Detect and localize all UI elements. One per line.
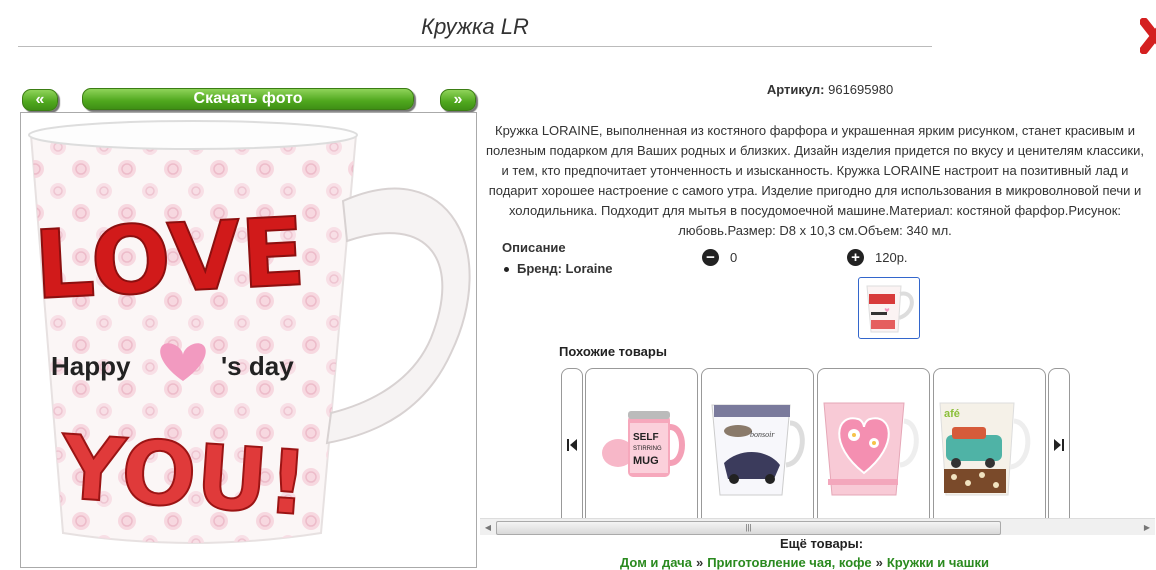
sku-value: 961695980: [828, 82, 894, 97]
price-control: + 120р.: [847, 249, 908, 266]
spec-title: Описание: [502, 240, 566, 255]
quantity-control: − 0: [702, 249, 737, 266]
scroll-left-icon[interactable]: ◀: [480, 519, 496, 535]
quantity-value: 0: [730, 250, 738, 265]
product-description: Кружка LORAINE, выполненная из костяного…: [485, 123, 1144, 238]
spec-list: Бренд: Loraine: [504, 261, 613, 276]
skip-forward-icon[interactable]: [1048, 368, 1070, 518]
svg-text:afé: afé: [944, 408, 960, 420]
sku-line: Артикул: 961695980: [660, 82, 1000, 97]
similar-product-card[interactable]: SELF STIRRING MUG: [585, 368, 698, 518]
similar-product-card[interactable]: bonsoir: [701, 368, 814, 518]
plus-circle-icon[interactable]: +: [847, 249, 864, 266]
price-value: 120р.: [875, 250, 908, 265]
spec-brand: Бренд: Loraine: [517, 261, 613, 276]
mug-text-day: 's day: [221, 351, 294, 381]
svg-text:STIRRING: STIRRING: [633, 446, 662, 452]
mug-text-top: LOVE: [32, 198, 308, 321]
similar-product-card[interactable]: [817, 368, 930, 518]
minus-circle-icon[interactable]: −: [702, 249, 719, 266]
scroll-right-icon[interactable]: ▶: [1139, 519, 1155, 535]
skip-back-icon[interactable]: [561, 368, 583, 518]
horizontal-scrollbar[interactable]: ◀ ||| ▶: [480, 518, 1155, 535]
prev-photo-button[interactable]: «: [22, 89, 58, 111]
sku-label: Артикул:: [766, 82, 825, 97]
svg-text:MUG: MUG: [633, 455, 659, 467]
title-divider: [18, 46, 932, 47]
download-photo-button[interactable]: Скачать фото: [82, 88, 414, 110]
mug-text-happy: Happy: [51, 351, 131, 381]
similar-product-card[interactable]: afé: [933, 368, 1046, 518]
product-thumbnail[interactable]: [858, 277, 920, 339]
bullet-icon: [504, 267, 509, 273]
more-products-title: Ещё товары:: [780, 536, 864, 551]
page-title: Кружка LR: [421, 14, 529, 39]
close-icon[interactable]: [1140, 18, 1156, 54]
similar-products-carousel: SELF STIRRING MUG bonsoir afé: [480, 368, 1155, 518]
next-photo-button[interactable]: »: [440, 89, 476, 111]
mug-text-bottom: YOU!: [57, 415, 312, 535]
svg-text:SELF: SELF: [633, 432, 659, 443]
scrollbar-thumb[interactable]: |||: [496, 521, 1001, 535]
svg-text:bonsoir: bonsoir: [750, 430, 775, 439]
similar-products-title: Похожие товары: [559, 344, 667, 359]
product-photo[interactable]: LOVE Happy 's day YOU!: [20, 112, 477, 568]
